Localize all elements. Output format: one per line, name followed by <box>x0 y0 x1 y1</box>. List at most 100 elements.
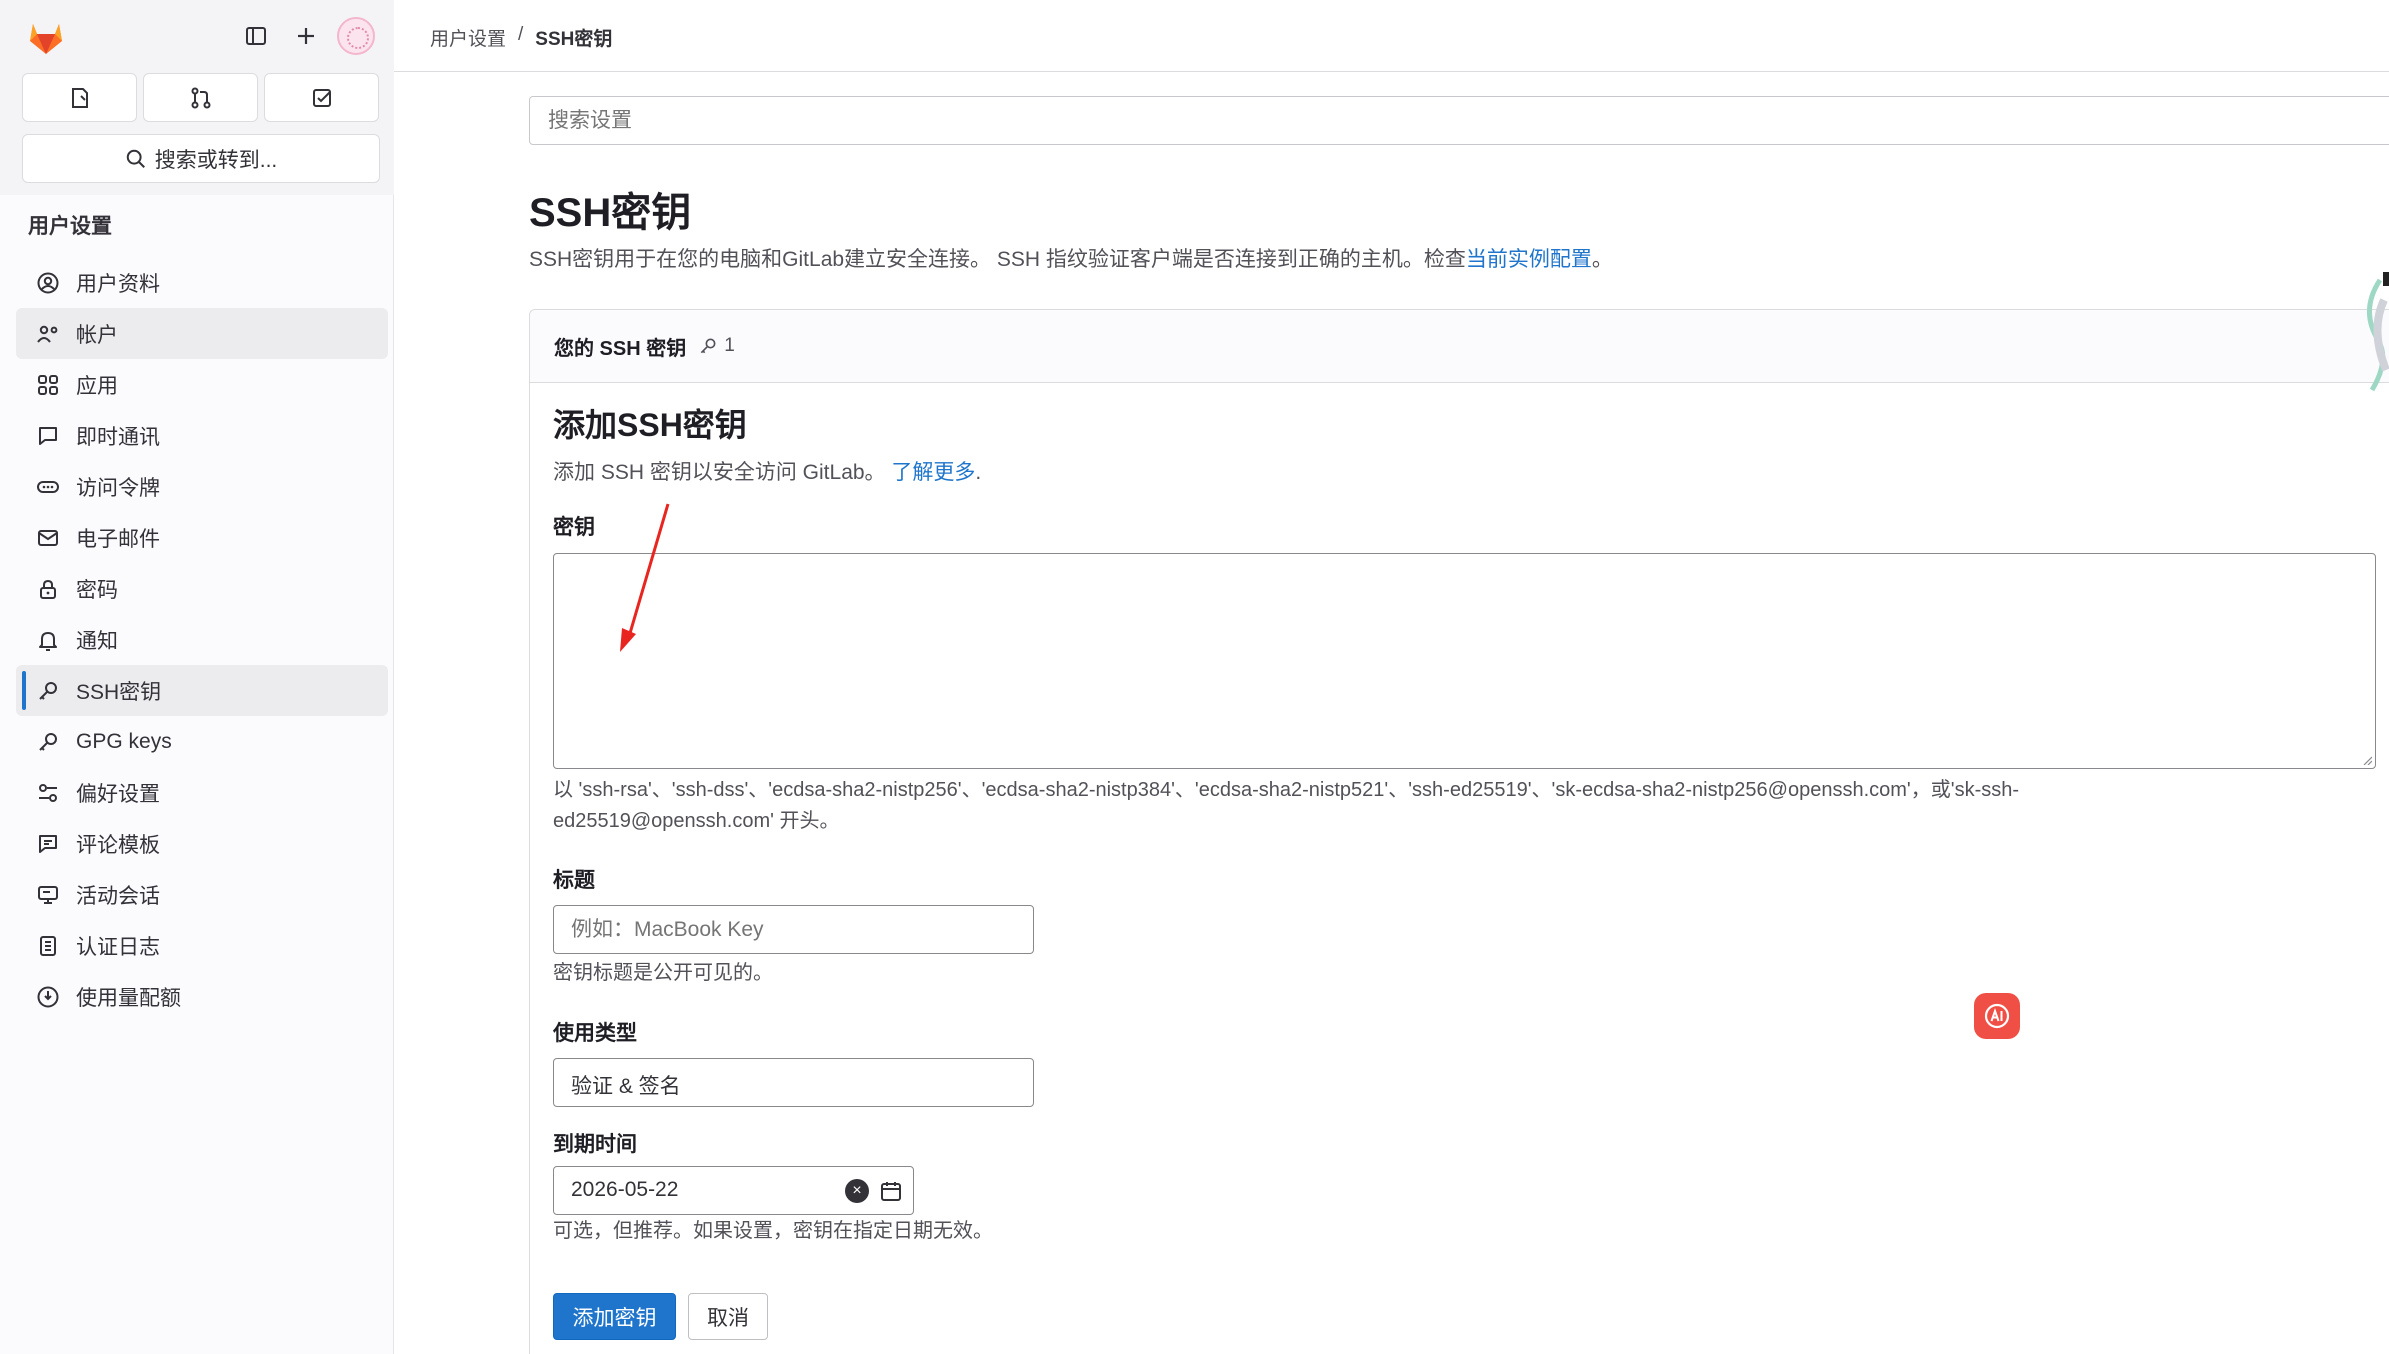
sidebar-item-label: 使用量配额 <box>76 986 181 1010</box>
search-icon <box>126 149 145 168</box>
add-ssh-key-subtitle-text: 添加 SSH 密钥以安全访问 GitLab。 <box>553 461 886 484</box>
sidebar-item-comment-templates[interactable]: 评论模板 <box>16 818 388 869</box>
quota-icon <box>34 983 62 1011</box>
issues-button[interactable] <box>22 73 137 122</box>
expiry-date-value: 2026-05-22 <box>571 1178 679 1201</box>
key-label: 密钥 <box>553 516 595 539</box>
comment-template-icon <box>34 830 62 858</box>
cancel-button[interactable]: 取消 <box>688 1293 768 1340</box>
top-bar: 用户设置 / SSH密钥 <box>394 0 2389 72</box>
avatar[interactable] <box>337 17 375 55</box>
usage-type-select[interactable]: 验证 & 签名 <box>553 1058 1034 1107</box>
page-description: SSH密钥用于在您的电脑和GitLab建立安全连接。 SSH 指纹验证客户端是否… <box>529 243 1613 273</box>
calendar-icon[interactable] <box>879 1179 903 1203</box>
sidebar-item-label: 密码 <box>76 578 118 602</box>
sidebar-section-title: 用户设置 <box>28 215 112 238</box>
key-count: 1 <box>698 335 735 357</box>
sidebar-item-label: 访问令牌 <box>76 476 160 500</box>
search-or-goto-button[interactable]: 搜索或转到... <box>22 134 380 183</box>
key-textarea[interactable] <box>553 553 2376 769</box>
add-ssh-key-subtitle: 添加 SSH 密钥以安全访问 GitLab。 了解更多. <box>553 456 981 486</box>
sidebar-item-label: GPG keys <box>76 729 172 753</box>
usage-type-label: 使用类型 <box>553 1022 637 1045</box>
breadcrumb-separator: / <box>518 24 524 45</box>
instance-config-link[interactable]: 当前实例配置 <box>1466 248 1592 271</box>
sidebar-item-usage-quotas[interactable]: 使用量配额 <box>16 971 388 1022</box>
sidebar-item-label: 活动会话 <box>76 884 160 908</box>
sidebar-item-profile[interactable]: 用户资料 <box>16 257 388 308</box>
sidebar-item-label: 电子邮件 <box>76 527 160 551</box>
chat-bubble-icon <box>34 422 62 450</box>
ssh-keys-card-header: 您的 SSH 密钥 1 <box>530 310 2389 383</box>
page-description-end: 。 <box>1591 248 1613 271</box>
sidebar-item-chat[interactable]: 即时通讯 <box>16 410 388 461</box>
key-icon <box>34 728 62 756</box>
gitlab-logo-icon[interactable] <box>24 14 68 58</box>
breadcrumb: 用户设置 / SSH密钥 <box>430 24 612 51</box>
sidebar-item-notifications[interactable]: 通知 <box>16 614 388 665</box>
lock-icon <box>34 575 62 603</box>
apps-grid-icon <box>34 371 62 399</box>
todo-button[interactable] <box>264 73 379 122</box>
clear-icon[interactable]: × <box>845 1179 869 1203</box>
bell-icon <box>34 626 62 654</box>
sidebar-item-ssh-keys[interactable]: SSH密钥 <box>16 665 388 716</box>
expiry-date-input[interactable]: 2026-05-22 × <box>553 1166 914 1215</box>
merge-requests-button[interactable] <box>143 73 258 122</box>
sidebar-item-label: 即时通讯 <box>76 425 160 449</box>
sidebar-item-label: 通知 <box>76 629 118 653</box>
key-hint: 以 'ssh-rsa'、'ssh-dss'、'ecdsa-sha2-nistp2… <box>553 775 2019 837</box>
user-circle-icon <box>34 269 62 297</box>
search-or-goto-label: 搜索或转到... <box>154 148 278 172</box>
plus-icon[interactable] <box>288 18 324 54</box>
sidebar-item-password[interactable]: 密码 <box>16 563 388 614</box>
sidebar-nav: 用户资料 帐户 应用 即时通讯 访问令牌 电子邮件 密码 通知 SSH密钥 GP… <box>16 257 388 1022</box>
breadcrumb-current[interactable]: SSH密钥 <box>535 24 612 51</box>
page-title: SSH密钥 <box>529 191 692 235</box>
sidebar-item-access-tokens[interactable]: 访问令牌 <box>16 461 388 512</box>
sidebar-item-emails[interactable]: 电子邮件 <box>16 512 388 563</box>
log-icon <box>34 932 62 960</box>
key-count-value: 1 <box>724 335 735 356</box>
sidebar-item-label: SSH密钥 <box>76 680 162 704</box>
expiry-hint: 可选，但推荐。如果设置，密钥在指定日期无效。 <box>553 1220 993 1242</box>
annotation-arrow-icon <box>620 503 670 652</box>
add-key-button[interactable]: 添加密钥 <box>553 1293 676 1340</box>
todo-icon <box>312 88 331 107</box>
sidebar-item-active-sessions[interactable]: 活动会话 <box>16 869 388 920</box>
title-label: 标题 <box>553 869 595 892</box>
learn-more-link[interactable]: 了解更多 <box>891 461 975 484</box>
sidebar-item-auth-log[interactable]: 认证日志 <box>16 920 388 971</box>
issues-icon <box>71 87 88 108</box>
title-input[interactable] <box>553 905 1034 954</box>
sidebar-item-label: 应用 <box>76 374 118 398</box>
sidebar-item-applications[interactable]: 应用 <box>16 359 388 410</box>
toggle-sidebar-icon[interactable] <box>238 18 274 54</box>
search-settings-input[interactable] <box>529 96 2389 145</box>
sidebar-item-label: 帐户 <box>76 323 118 347</box>
sidebar-item-preferences[interactable]: 偏好设置 <box>16 767 388 818</box>
sidebar-item-label: 偏好设置 <box>76 782 160 806</box>
breadcrumb-parent-link[interactable]: 用户设置 <box>430 24 506 51</box>
sidebar: 搜索或转到... 用户设置 用户资料 帐户 应用 即时通讯 访问令牌 电子邮件 <box>0 0 394 1354</box>
preferences-icon <box>34 779 62 807</box>
sidebar-item-account[interactable]: 帐户 <box>16 308 388 359</box>
account-settings-icon <box>34 320 62 348</box>
decorative-character-icon <box>2367 272 2389 392</box>
resize-handle-icon[interactable] <box>2362 755 2372 765</box>
add-ssh-key-subtitle-end: . <box>975 461 982 484</box>
key-icon <box>34 677 62 705</box>
card-title: 您的 SSH 密钥 <box>554 337 687 360</box>
ai-assistant-button[interactable] <box>1974 993 2020 1039</box>
expiry-label: 到期时间 <box>553 1133 637 1156</box>
mail-icon <box>34 524 62 552</box>
key-hint-line1: 以 'ssh-rsa'、'ssh-dss'、'ecdsa-sha2-nistp2… <box>553 779 2020 801</box>
key-hint-line2: ed25519@openssh.com' 开头。 <box>553 810 840 832</box>
sidebar-item-gpg-keys[interactable]: GPG keys <box>16 716 388 767</box>
sidebar-item-label: 用户资料 <box>76 272 160 296</box>
token-icon <box>34 473 62 501</box>
sidebar-item-label: 认证日志 <box>76 935 160 959</box>
usage-type-value: 验证 & 签名 <box>571 1075 681 1098</box>
add-ssh-key-title: 添加SSH密钥 <box>553 407 747 443</box>
merge-request-icon <box>191 87 210 108</box>
